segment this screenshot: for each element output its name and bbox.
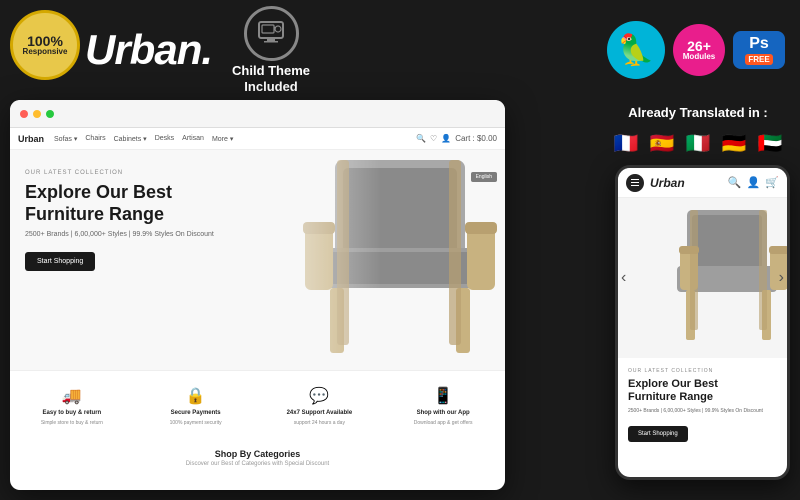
nav-link-artisan[interactable]: Artisan	[182, 135, 204, 143]
modules-label: Modules	[683, 53, 715, 61]
nav-link-chairs[interactable]: Chairs	[85, 135, 105, 143]
mobile-title: Explore Our Best Furniture Range	[628, 378, 777, 404]
brand-title: Urban.	[85, 26, 212, 74]
child-theme-text: Child Theme Included	[232, 63, 310, 94]
feature-title-support: 24x7 Support Available	[287, 410, 353, 416]
nav-link-cabinets[interactable]: Cabinets ▾	[114, 135, 147, 143]
parrot-icon: 🦜	[617, 33, 654, 68]
modules-count: 26+	[687, 39, 711, 53]
feature-item-app: 📱 Shop with our App Download app & get o…	[381, 381, 505, 431]
browser-dot-green	[46, 110, 54, 118]
nav-link-sofas[interactable]: Sofas ▾	[54, 135, 77, 143]
mobile-user-icon[interactable]: 👤	[747, 176, 761, 189]
mobile-label: OUR LATEST COLLECTION	[628, 368, 777, 374]
free-text: FREE	[745, 54, 772, 65]
hero-title: Explore Our Best Furniture Range	[25, 182, 214, 225]
feature-desc-app: Download app & get offers	[414, 420, 473, 426]
mobile-nav-icons: 🔍 👤 🛒	[728, 176, 779, 189]
browser-bar	[10, 100, 505, 128]
feature-item-return: 🚚 Easy to buy & return Simple store to b…	[10, 381, 134, 431]
child-theme-badge: Child Theme Included	[232, 6, 310, 94]
feature-title-return: Easy to buy & return	[43, 410, 102, 416]
browser-mockup: Urban Sofas ▾ Chairs Cabinets ▾ Desks Ar…	[10, 100, 505, 490]
mobile-search-icon[interactable]: 🔍	[728, 176, 742, 189]
mobile-brand: Urban	[650, 176, 685, 190]
features-row: 🚚 Easy to buy & return Simple store to b…	[10, 370, 505, 441]
wishlist-icon[interactable]: ♡	[430, 134, 437, 143]
hero-content: OUR LATEST COLLECTION Explore Our Best F…	[25, 170, 214, 271]
feature-item-support: 💬 24x7 Support Available support 24 hour…	[258, 381, 382, 431]
app-icon: 📱	[433, 386, 453, 406]
search-icon[interactable]: 🔍	[416, 134, 426, 143]
mobile-title-line2: Furniture Range	[628, 391, 713, 403]
support-icon: 💬	[309, 386, 329, 406]
browser-dot-yellow	[33, 110, 41, 118]
browser-nav: Urban Sofas ▾ Chairs Cabinets ▾ Desks Ar…	[10, 128, 505, 150]
categories-subtitle: Discover our Best of Categories with Spe…	[20, 461, 495, 467]
header-area: Urban. Child Theme Included 🦜 26+ Module…	[85, 0, 800, 100]
ps-text: Ps	[749, 36, 769, 52]
responsive-percent: 100%	[27, 34, 63, 48]
hero-title-line1: Explore Our Best	[25, 182, 172, 202]
feature-desc-return: Simple store to buy & return	[41, 420, 103, 426]
flag-ae: 🇦🇪	[755, 128, 785, 158]
mobile-chair-svg	[652, 198, 787, 348]
responsive-badge: 100% Responsive	[10, 10, 80, 80]
mobile-button[interactable]: Start Shopping	[628, 426, 688, 442]
payment-icon: 🔒	[186, 386, 206, 406]
feature-title-app: Shop with our App	[417, 410, 470, 416]
modules-badge: 26+ Modules	[673, 24, 725, 76]
nav-brand: Urban	[18, 134, 44, 144]
flag-de: 🇩🇪	[719, 128, 749, 158]
child-theme-line2: Included	[232, 79, 310, 95]
hero-title-line2: Furniture Range	[25, 204, 164, 224]
hero-section: English OUR LATEST COLLECTION Explore Ou…	[10, 150, 505, 370]
child-theme-icon	[244, 6, 299, 61]
monitor-icon	[256, 18, 286, 48]
translation-section: Already Translated in : 🇫🇷 🇪🇸 🇮🇹 🇩🇪 🇦🇪	[611, 105, 785, 158]
feature-desc-support: support 24 hours a day	[294, 420, 345, 426]
mobile-subtitle: 2500+ Brands | 6,00,000+ Styles | 99.9% …	[628, 408, 777, 414]
right-badges: 🦜 26+ Modules Ps FREE	[607, 21, 800, 79]
mobile-hero: ‹ ›	[618, 198, 787, 358]
prev-arrow-icon[interactable]: ‹	[621, 269, 626, 287]
hero-button[interactable]: Start Shopping	[25, 252, 95, 271]
mobile-cart-icon[interactable]: 🛒	[765, 176, 779, 189]
browser-dot-red	[20, 110, 28, 118]
feature-item-payments: 🔒 Secure Payments 100% payment security	[134, 381, 258, 431]
nav-links: Sofas ▾ Chairs Cabinets ▾ Desks Artisan …	[54, 135, 233, 143]
flag-es: 🇪🇸	[647, 128, 677, 158]
nav-icons: 🔍 ♡ 👤 Cart : $0.00	[416, 134, 497, 143]
mobile-content: OUR LATEST COLLECTION Explore Our Best F…	[618, 358, 787, 452]
flags-row: 🇫🇷 🇪🇸 🇮🇹 🇩🇪 🇦🇪	[611, 128, 785, 158]
ps-badge: Ps FREE	[733, 31, 785, 69]
responsive-text: Responsive	[23, 48, 68, 57]
categories-section: Shop By Categories Discover our Best of …	[10, 441, 505, 475]
mobile-title-line1: Explore Our Best	[628, 378, 718, 390]
flag-it: 🇮🇹	[683, 128, 713, 158]
feature-title-payments: Secure Payments	[171, 410, 221, 416]
hero-label: OUR LATEST COLLECTION	[25, 170, 214, 176]
parrot-badge: 🦜	[607, 21, 665, 79]
feature-desc-payments: 100% payment security	[170, 420, 222, 426]
cart-info[interactable]: Cart : $0.00	[455, 134, 497, 143]
translation-title: Already Translated in :	[611, 105, 785, 120]
nav-link-more[interactable]: More ▾	[212, 135, 233, 143]
categories-title: Shop By Categories	[20, 449, 495, 459]
mobile-mockup: Urban 🔍 👤 🛒 ‹ › OUR	[615, 165, 790, 480]
hero-subtitle: 2500+ Brands | 6,00,000+ Styles | 99.9% …	[25, 231, 214, 238]
user-icon[interactable]: 👤	[441, 134, 451, 143]
mobile-nav: Urban 🔍 👤 🛒	[618, 168, 787, 198]
nav-link-desks[interactable]: Desks	[155, 135, 174, 143]
child-theme-line1: Child Theme	[232, 63, 310, 79]
next-arrow-icon[interactable]: ›	[779, 269, 784, 287]
flag-fr: 🇫🇷	[611, 128, 641, 158]
hamburger-icon[interactable]	[626, 174, 644, 192]
mobile-chair-image	[652, 198, 787, 348]
return-icon: 🚚	[62, 386, 82, 406]
